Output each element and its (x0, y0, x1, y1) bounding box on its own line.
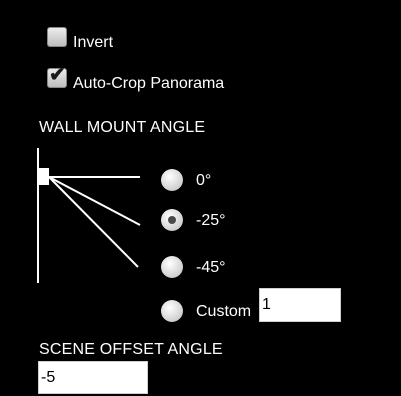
angle-25-line (48, 176, 141, 226)
wall-mount-angle-heading: WALL MOUNT ANGLE (39, 119, 206, 136)
radio-angle-custom-label: Custom (196, 303, 252, 320)
wall-mount-diagram (37, 148, 141, 283)
scene-offset-angle-heading: SCENE OFFSET ANGLE (39, 341, 223, 358)
checkmark-icon: ✔ (49, 64, 66, 86)
invert-checkbox-row[interactable]: Invert (47, 27, 113, 51)
radio-angle-minus-45[interactable] (161, 256, 183, 278)
invert-label: Invert (73, 34, 114, 51)
radio-angle-minus-45-label: -45° (196, 259, 226, 276)
radio-angle-custom[interactable] (161, 300, 183, 322)
auto-crop-checkbox-row[interactable]: ✔ Auto-Crop Panorama (47, 64, 224, 92)
radio-angle-0[interactable] (161, 169, 183, 191)
settings-panel: Invert ✔ Auto-Crop Panorama WALL MOUNT A… (0, 0, 401, 396)
custom-angle-input[interactable] (259, 288, 341, 322)
invert-checkbox[interactable] (47, 27, 67, 47)
radio-angle-0-label: 0° (196, 172, 212, 189)
radio-angle-minus-25[interactable] (161, 209, 183, 231)
auto-crop-label: Auto-Crop Panorama (73, 75, 225, 92)
radio-angle-minus-25-label: -25° (196, 212, 226, 229)
angle-45-line (48, 176, 139, 268)
scene-offset-angle-input[interactable] (38, 361, 148, 394)
auto-crop-checkbox[interactable]: ✔ (47, 64, 67, 88)
mount-bracket (38, 168, 49, 185)
